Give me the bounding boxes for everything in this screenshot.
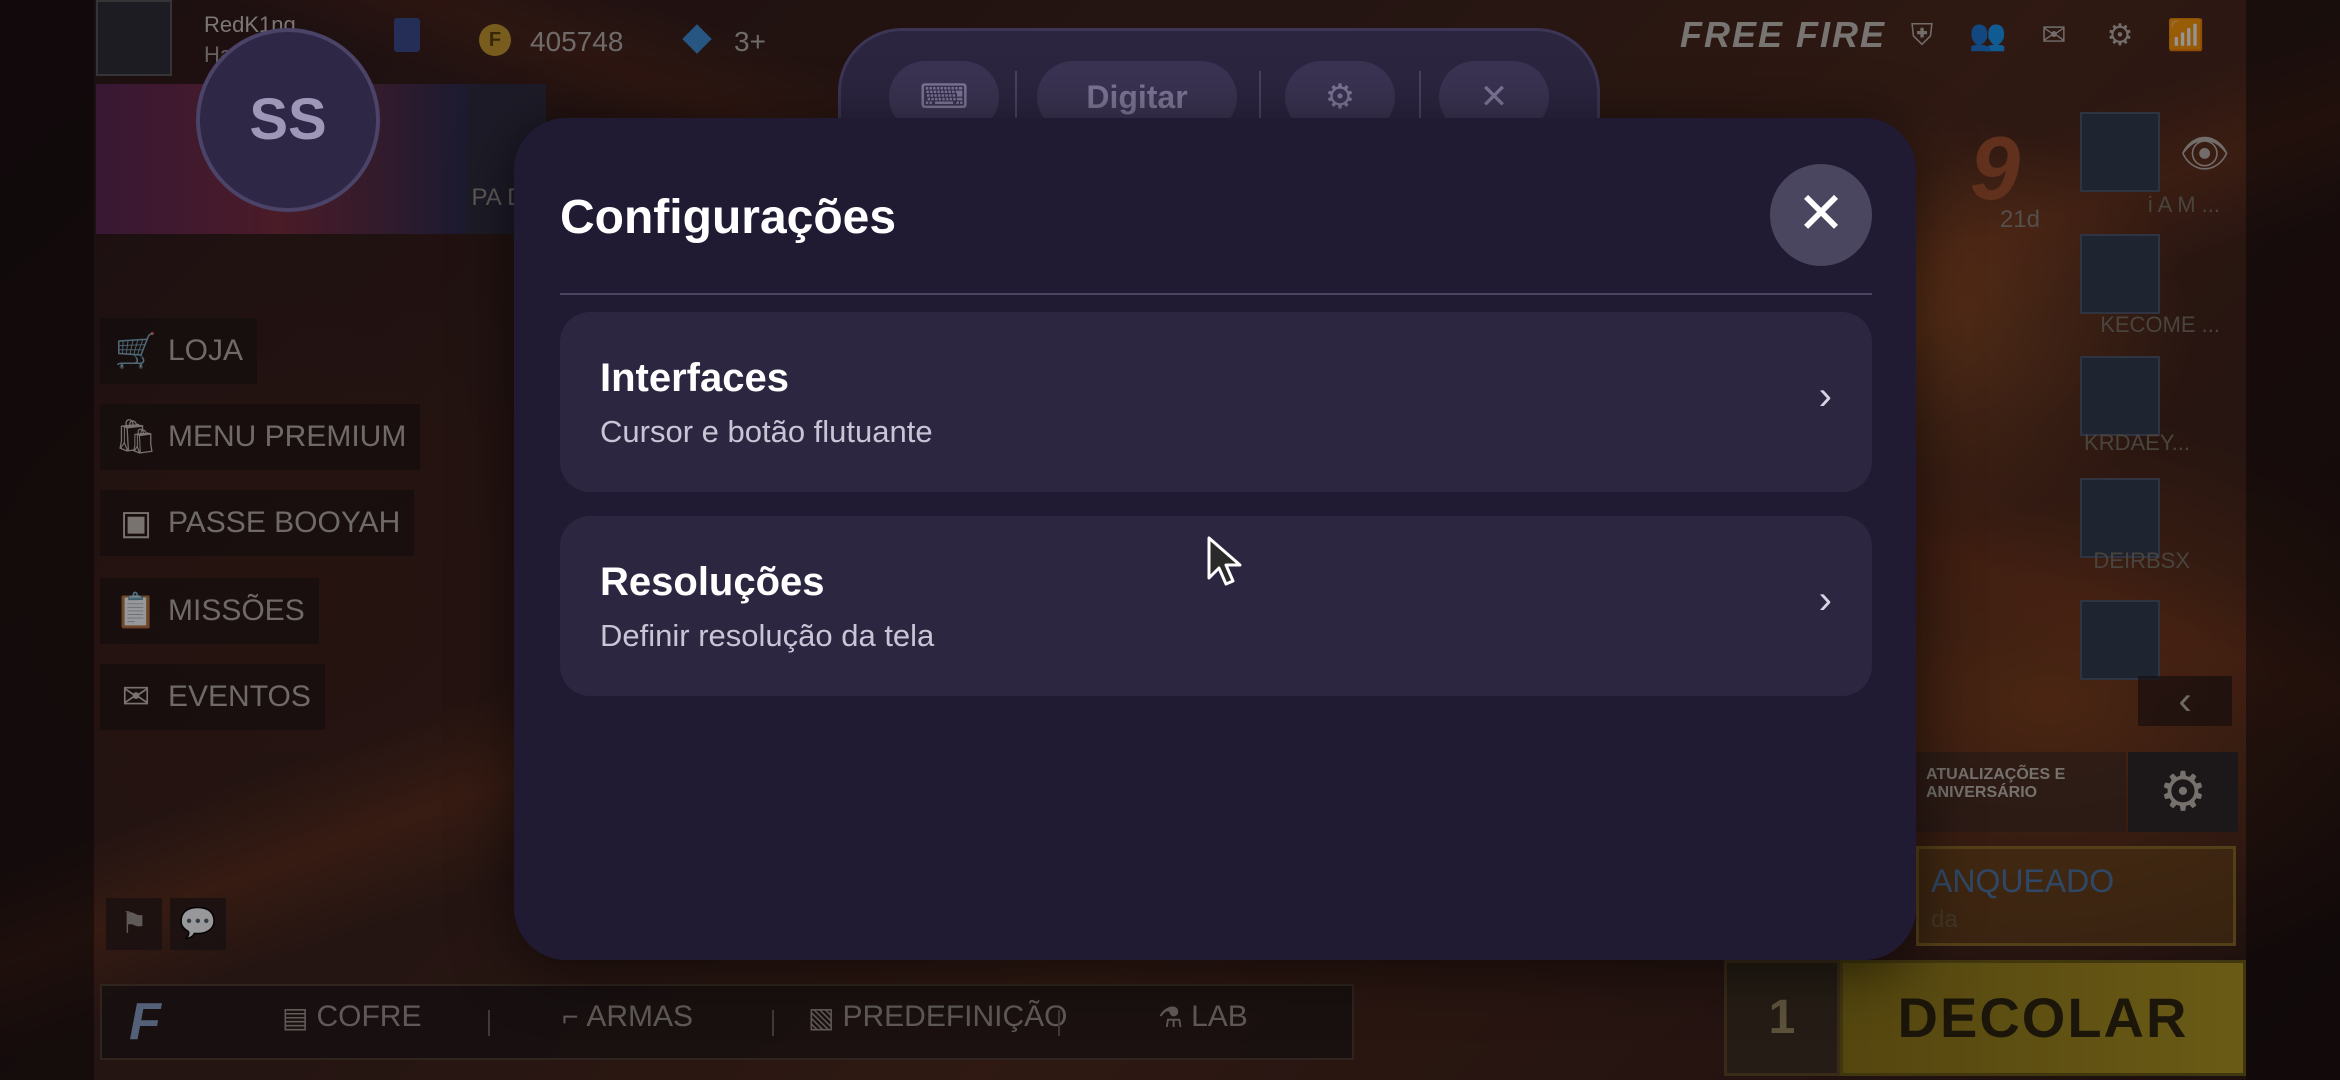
settings-item-subtitle: Definir resolução da tela: [600, 618, 935, 653]
settings-item-title: Resoluções: [600, 560, 825, 604]
toolbar-divider: [1259, 71, 1261, 123]
chevron-right-icon: ›: [1818, 578, 1832, 622]
dialog-title: Configurações: [560, 191, 897, 244]
chevron-right-icon: ›: [1818, 374, 1832, 418]
close-icon: ✕: [1796, 181, 1846, 246]
close-dialog-button[interactable]: ✕: [1770, 164, 1872, 266]
mouse-cursor-icon: [1207, 536, 1242, 586]
settings-item-interfaces[interactable]: Interfaces Cursor e botão flutuante ›: [560, 312, 1872, 492]
settings-item-subtitle: Cursor e botão flutuante: [600, 414, 933, 449]
floating-avatar-button[interactable]: SS: [196, 28, 380, 212]
toolbar-divider: [1419, 71, 1421, 123]
title-divider: [560, 293, 1872, 295]
settings-item-title: Interfaces: [600, 356, 789, 400]
toolbar-divider: [1015, 71, 1017, 123]
